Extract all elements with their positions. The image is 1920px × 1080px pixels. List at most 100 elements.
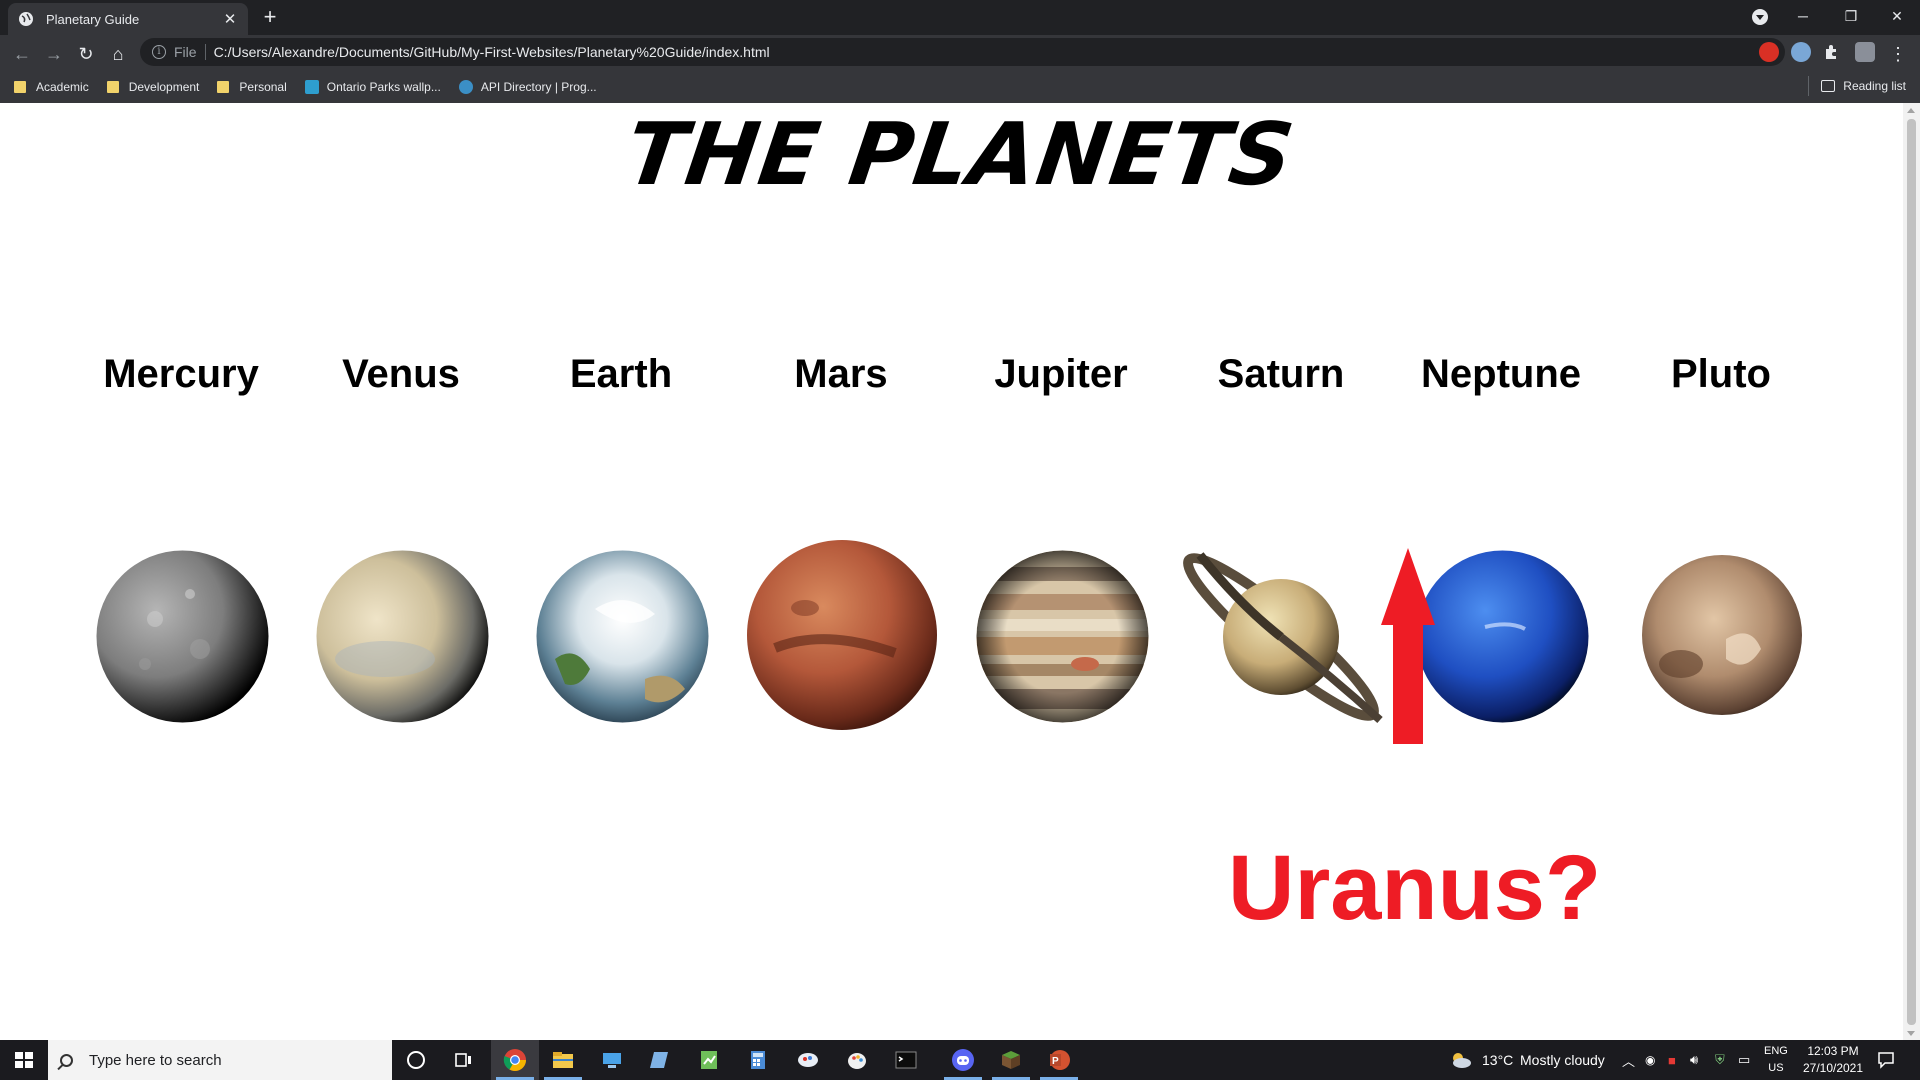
tab-close-icon[interactable]: ✕ bbox=[222, 10, 238, 28]
discord-icon[interactable] bbox=[951, 1048, 975, 1072]
bookmark-label: Personal bbox=[239, 80, 287, 94]
terminal-icon[interactable] bbox=[894, 1048, 918, 1072]
home-icon[interactable]: ⌂ bbox=[104, 40, 132, 68]
network-icon[interactable]: ▭ bbox=[1738, 1040, 1750, 1080]
bookmark-ontario-parks[interactable]: Ontario Parks wallp... bbox=[304, 80, 441, 94]
bookmark-development[interactable]: Development bbox=[106, 80, 200, 94]
ontario-parks-icon bbox=[304, 80, 319, 94]
menu-kebab-icon[interactable]: ⋮ bbox=[1884, 40, 1912, 68]
scroll-thumb[interactable] bbox=[1907, 119, 1916, 1025]
folder-icon bbox=[14, 81, 26, 93]
close-window-button[interactable]: ✕ bbox=[1874, 0, 1920, 35]
back-icon[interactable]: ← bbox=[8, 40, 36, 68]
vertical-scrollbar[interactable] bbox=[1903, 103, 1920, 1041]
extensions-puzzle-icon[interactable] bbox=[1822, 42, 1842, 62]
scroll-up-icon[interactable] bbox=[1907, 108, 1915, 113]
snip-tool-icon[interactable] bbox=[796, 1048, 820, 1072]
minecraft-icon[interactable] bbox=[999, 1048, 1023, 1072]
chrome-icon[interactable] bbox=[503, 1048, 527, 1072]
reading-list-label: Reading list bbox=[1843, 79, 1906, 93]
sheets-icon[interactable] bbox=[697, 1048, 721, 1072]
search-placeholder: Type here to search bbox=[89, 1051, 222, 1069]
folder-icon bbox=[217, 81, 230, 93]
file-explorer-icon[interactable] bbox=[551, 1048, 575, 1072]
tray-overflow-chevron-icon[interactable]: ︿ bbox=[1622, 1040, 1635, 1080]
page-title: THE PLANETS bbox=[619, 105, 1301, 205]
profile-avatar[interactable] bbox=[1855, 42, 1875, 62]
info-icon[interactable]: i bbox=[152, 45, 166, 59]
language-code: ENG bbox=[1764, 1045, 1788, 1057]
globe-icon bbox=[19, 12, 33, 26]
bookmark-api-directory[interactable]: API Directory | Prog... bbox=[458, 80, 597, 94]
tab-search-icon[interactable] bbox=[1752, 9, 1768, 25]
tab-planetary-guide[interactable]: Planetary Guide ✕ bbox=[8, 3, 248, 35]
language-indicator[interactable]: ENG US bbox=[1764, 1043, 1788, 1077]
clock-date: 27/10/2021 bbox=[1802, 1061, 1864, 1075]
web-page bbox=[0, 103, 1903, 1041]
cortana-icon[interactable] bbox=[404, 1048, 428, 1072]
mars-image bbox=[747, 540, 937, 730]
new-tab-button[interactable]: + bbox=[258, 5, 282, 29]
tray-discord-icon[interactable]: ◉ bbox=[1645, 1040, 1655, 1080]
planet-label-venus: Venus bbox=[342, 352, 460, 396]
keyboard-region: US bbox=[1768, 1062, 1784, 1074]
reading-list-icon bbox=[1821, 80, 1836, 92]
planet-label-mars: Mars bbox=[794, 352, 888, 396]
planet-label-pluto: Pluto bbox=[1671, 352, 1771, 396]
security-shield-icon[interactable]: ⛨ bbox=[1715, 1040, 1725, 1080]
reading-list-button[interactable]: Reading list bbox=[1808, 76, 1906, 96]
extension-red-icon[interactable] bbox=[1759, 42, 1779, 62]
restore-button[interactable]: ❐ bbox=[1828, 0, 1874, 35]
taskbar-search-input[interactable]: Type here to search bbox=[48, 1040, 392, 1080]
calculator-icon[interactable] bbox=[746, 1048, 770, 1072]
folder-icon bbox=[106, 81, 119, 93]
svg-text:P: P bbox=[1052, 1056, 1059, 1067]
tab-strip: Planetary Guide ✕ + ─ ❐ ✕ bbox=[0, 0, 1920, 35]
planet-label-mercury: Mercury bbox=[103, 352, 259, 396]
api-directory-icon bbox=[458, 80, 473, 94]
planet-label-earth: Earth bbox=[569, 352, 673, 396]
weather-cloud-icon[interactable] bbox=[1450, 1050, 1472, 1070]
notifications-icon[interactable] bbox=[1876, 1050, 1896, 1070]
bookmark-personal[interactable]: Personal bbox=[217, 80, 287, 94]
extension-blue-icon[interactable] bbox=[1791, 42, 1811, 62]
weather-temp[interactable]: 13°C bbox=[1482, 1040, 1513, 1080]
bookmark-label: API Directory | Prog... bbox=[480, 80, 597, 94]
powerpoint-icon[interactable]: P bbox=[1047, 1048, 1071, 1072]
bookmark-label: Academic bbox=[36, 80, 89, 94]
reload-icon[interactable]: ↻ bbox=[72, 40, 100, 68]
forward-icon[interactable]: → bbox=[40, 40, 68, 68]
weather-text[interactable]: Mostly cloudy bbox=[1520, 1040, 1605, 1080]
windows-start-icon[interactable] bbox=[0, 1040, 48, 1080]
tab-title: Planetary Guide bbox=[46, 11, 140, 27]
bookmark-label: Ontario Parks wallp... bbox=[326, 80, 441, 94]
search-icon bbox=[60, 1053, 73, 1067]
venus-image bbox=[316, 550, 489, 723]
annotation-arrow bbox=[1381, 548, 1435, 744]
clock-time: 12:03 PM bbox=[1807, 1044, 1859, 1058]
planet-label-neptune: Neptune bbox=[1421, 352, 1581, 396]
minimize-button[interactable]: ─ bbox=[1780, 0, 1826, 35]
scroll-down-icon[interactable] bbox=[1907, 1031, 1915, 1036]
saturn-image bbox=[1182, 552, 1383, 723]
bookmarks-bar: Academic Development Personal Ontario Pa… bbox=[0, 72, 1920, 102]
planet-label-saturn: Saturn bbox=[1217, 352, 1345, 396]
taskbar: Type here to search P 13°C Mostly cloudy… bbox=[0, 1040, 1920, 1080]
annotation-uranus-text: Uranus? bbox=[1228, 837, 1602, 939]
system-clock[interactable]: 12:03 PM 27/10/2021 bbox=[1788, 1043, 1878, 1077]
bookmark-label: Development bbox=[128, 80, 200, 94]
pluto-image bbox=[1642, 555, 1802, 715]
address-bar[interactable]: i File C:/Users/Alexandre/Documents/GitH… bbox=[140, 38, 1785, 66]
remote-desktop-icon[interactable] bbox=[600, 1048, 624, 1072]
url-text[interactable]: C:/Users/Alexandre/Documents/GitHub/My-F… bbox=[214, 44, 1759, 60]
paint-icon[interactable] bbox=[845, 1048, 869, 1072]
jupiter-image bbox=[976, 550, 1149, 723]
tray-antivirus-icon[interactable]: ■ bbox=[1668, 1040, 1676, 1080]
url-scheme: File bbox=[174, 44, 206, 60]
notepad-icon[interactable] bbox=[648, 1048, 672, 1072]
volume-icon[interactable]: 🔊︎ bbox=[1690, 1040, 1698, 1080]
mercury-image bbox=[96, 550, 269, 723]
task-view-icon[interactable] bbox=[451, 1048, 475, 1072]
planet-label-jupiter: Jupiter bbox=[994, 352, 1128, 396]
bookmark-academic[interactable]: Academic bbox=[14, 80, 89, 94]
